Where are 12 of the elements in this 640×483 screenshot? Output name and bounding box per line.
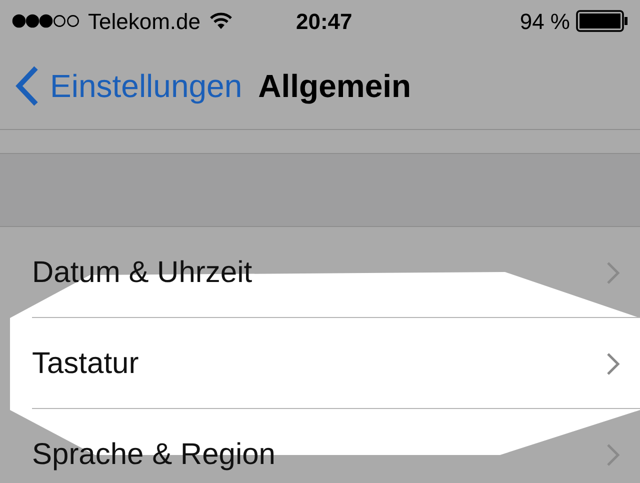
chevron-right-icon: [606, 352, 620, 376]
clock-time: 20:47: [296, 8, 352, 36]
signal-icon: [12, 14, 80, 28]
battery-icon: [576, 10, 628, 32]
chevron-right-icon: [606, 260, 620, 284]
settings-row-label[interactable]: Tastatur: [32, 341, 139, 386]
chevron-right-icon: [606, 442, 620, 466]
back-chevron-icon: [14, 64, 40, 106]
carrier-name: Telekom.de: [88, 8, 201, 36]
wifi-icon: [208, 12, 233, 30]
battery-percentage: 94 %: [520, 8, 570, 36]
page-title: Allgemein: [258, 66, 412, 106]
